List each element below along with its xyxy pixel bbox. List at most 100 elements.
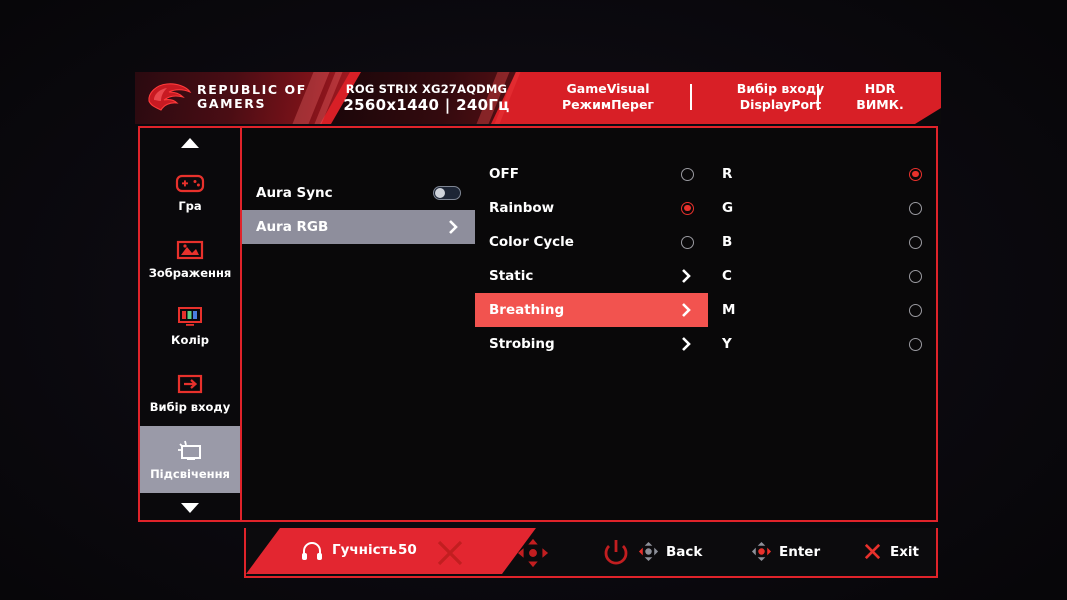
- toggle-knob: [435, 188, 445, 198]
- osd-sidebar: Гра Зображення Колір Вибір входу Підсвіч…: [138, 126, 242, 522]
- header-divider: [690, 84, 692, 110]
- menu-row-color-b[interactable]: B: [708, 225, 936, 259]
- sidebar-scroll-up[interactable]: [140, 128, 240, 158]
- menu-row-color-m-label: M: [722, 302, 736, 318]
- model-resolution-refresh: 2560x1440 | 240Гц: [343, 96, 510, 114]
- dpad-left-icon: [638, 541, 659, 562]
- lighting-monitor-icon: [178, 440, 201, 460]
- header-status-gamevisual-value: РежимПерег: [562, 97, 654, 112]
- menu-row-color-g[interactable]: G: [708, 191, 936, 225]
- menu-row-strobing-label: Strobing: [489, 336, 555, 352]
- action-back-label: Back: [666, 543, 703, 560]
- osd-column-breathing-colors: R G B C M Y: [708, 126, 938, 522]
- radio-rainbow[interactable]: [681, 201, 694, 215]
- menu-row-aura-sync[interactable]: Aura Sync: [242, 176, 475, 210]
- header-status-gamevisual: GameVisual РежимПерег: [533, 81, 683, 113]
- menu-row-aura-sync-label: Aura Sync: [256, 185, 333, 201]
- menu-row-static-label: Static: [489, 268, 534, 284]
- volume-value: 50: [398, 542, 417, 558]
- osd-column-aura-modes: OFF Rainbow Color Cycle Static Breathing: [475, 126, 710, 522]
- physical-joystick-button[interactable]: [511, 533, 555, 573]
- sidebar-scroll-down[interactable]: [140, 493, 240, 523]
- radio-color-r[interactable]: [909, 167, 922, 181]
- menu-row-color-c-label: C: [722, 268, 732, 284]
- sidebar-item-image[interactable]: Зображення: [140, 225, 240, 292]
- input-arrow-icon: [177, 374, 203, 394]
- aura-sync-toggle[interactable]: [433, 186, 461, 200]
- menu-row-color-cycle[interactable]: Color Cycle: [475, 225, 708, 259]
- radio-off[interactable]: [681, 167, 694, 181]
- osd-column-aura: Aura Sync Aura RGB: [242, 126, 477, 522]
- menu-row-aura-rgb-label: Aura RGB: [256, 219, 329, 235]
- header-status-hdr: HDR ВИМК.: [825, 81, 935, 113]
- sidebar-item-lighting-label: Підсвічення: [150, 467, 230, 481]
- menu-row-breathing-label: Breathing: [489, 302, 565, 318]
- menu-row-color-m[interactable]: M: [708, 293, 936, 327]
- rog-wordmark: REPUBLIC OF GAMERS: [197, 83, 307, 111]
- scroll-down-arrow-icon: [181, 503, 199, 513]
- osd-body: Гра Зображення Колір Вибір входу Підсвіч…: [135, 124, 941, 578]
- sidebar-item-color[interactable]: Колір: [140, 292, 240, 359]
- radio-color-b[interactable]: [909, 235, 922, 249]
- sidebar-item-game[interactable]: Гра: [140, 158, 240, 225]
- power-icon: [604, 540, 628, 565]
- menu-row-color-b-label: B: [722, 234, 733, 250]
- menu-row-breathing[interactable]: Breathing: [475, 293, 708, 327]
- menu-row-color-r-label: R: [722, 166, 733, 182]
- rog-logo-icon: [148, 83, 192, 111]
- osd-menu: REPUBLIC OF GAMERS ROG STRIX XG27AQDMG 2…: [135, 72, 941, 578]
- close-x-icon: [864, 543, 881, 560]
- x-icon: [437, 540, 463, 566]
- column-spacer: [242, 128, 475, 152]
- rog-wordmark-line1: REPUBLIC OF: [197, 82, 307, 97]
- sidebar-item-game-label: Гра: [178, 199, 202, 213]
- radio-color-g[interactable]: [909, 201, 922, 215]
- action-exit[interactable]: Exit: [862, 541, 919, 562]
- scroll-up-arrow-icon: [181, 138, 199, 148]
- monitor-screen: REPUBLIC OF GAMERS ROG STRIX XG27AQDMG 2…: [0, 0, 1067, 600]
- menu-row-color-y[interactable]: Y: [708, 327, 936, 361]
- menu-row-off-label: OFF: [489, 166, 519, 182]
- header-status-gamevisual-label: GameVisual: [566, 81, 650, 96]
- radio-color-y[interactable]: [909, 337, 922, 351]
- sidebar-item-input-select[interactable]: Вибір входу: [140, 359, 240, 426]
- column-spacer: [708, 128, 936, 157]
- sidebar-item-lighting[interactable]: Підсвічення: [140, 426, 240, 493]
- volume-label: Гучність: [332, 542, 397, 558]
- radio-color-c[interactable]: [909, 269, 922, 283]
- menu-row-color-c[interactable]: C: [708, 259, 936, 293]
- menu-row-strobing[interactable]: Strobing: [475, 327, 708, 361]
- menu-row-rainbow-label: Rainbow: [489, 200, 555, 216]
- action-enter[interactable]: Enter: [751, 541, 820, 562]
- header-divider: [817, 84, 819, 110]
- menu-row-color-r[interactable]: R: [708, 157, 936, 191]
- monitor-model-info: ROG STRIX XG27AQDMG 2560x1440 | 240Гц: [339, 82, 514, 115]
- menu-row-rainbow[interactable]: Rainbow: [475, 191, 708, 225]
- menu-row-off[interactable]: OFF: [475, 157, 708, 191]
- headphones-icon: [302, 542, 322, 560]
- osd-header: REPUBLIC OF GAMERS ROG STRIX XG27AQDMG 2…: [135, 72, 941, 124]
- menu-row-color-y-label: Y: [722, 336, 732, 352]
- radio-color-m[interactable]: [909, 303, 922, 317]
- sidebar-item-input-select-label: Вибір входу: [149, 400, 231, 414]
- chevron-right-icon: [682, 303, 691, 317]
- menu-row-aura-rgb[interactable]: Aura RGB: [242, 210, 475, 244]
- menu-row-color-g-label: G: [722, 200, 734, 216]
- sidebar-item-color-label: Колір: [171, 333, 209, 347]
- chevron-right-icon: [449, 220, 458, 234]
- physical-close-button[interactable]: [428, 533, 472, 573]
- header-status-hdr-value: ВИМК.: [856, 97, 904, 112]
- model-name: ROG STRIX XG27AQDMG: [345, 82, 508, 96]
- header-status-hdr-label: HDR: [864, 81, 896, 96]
- menu-row-static[interactable]: Static: [475, 259, 708, 293]
- column-spacer: [242, 152, 475, 176]
- physical-power-button[interactable]: [594, 533, 638, 573]
- radio-color-cycle[interactable]: [681, 235, 694, 249]
- action-exit-label: Exit: [890, 543, 920, 560]
- image-icon: [176, 240, 204, 260]
- action-back[interactable]: Back: [638, 541, 702, 562]
- chevron-right-icon: [682, 269, 691, 283]
- rog-wordmark-line2: GAMERS: [197, 96, 267, 111]
- menu-row-color-cycle-label: Color Cycle: [489, 234, 574, 250]
- chevron-right-icon: [682, 337, 691, 351]
